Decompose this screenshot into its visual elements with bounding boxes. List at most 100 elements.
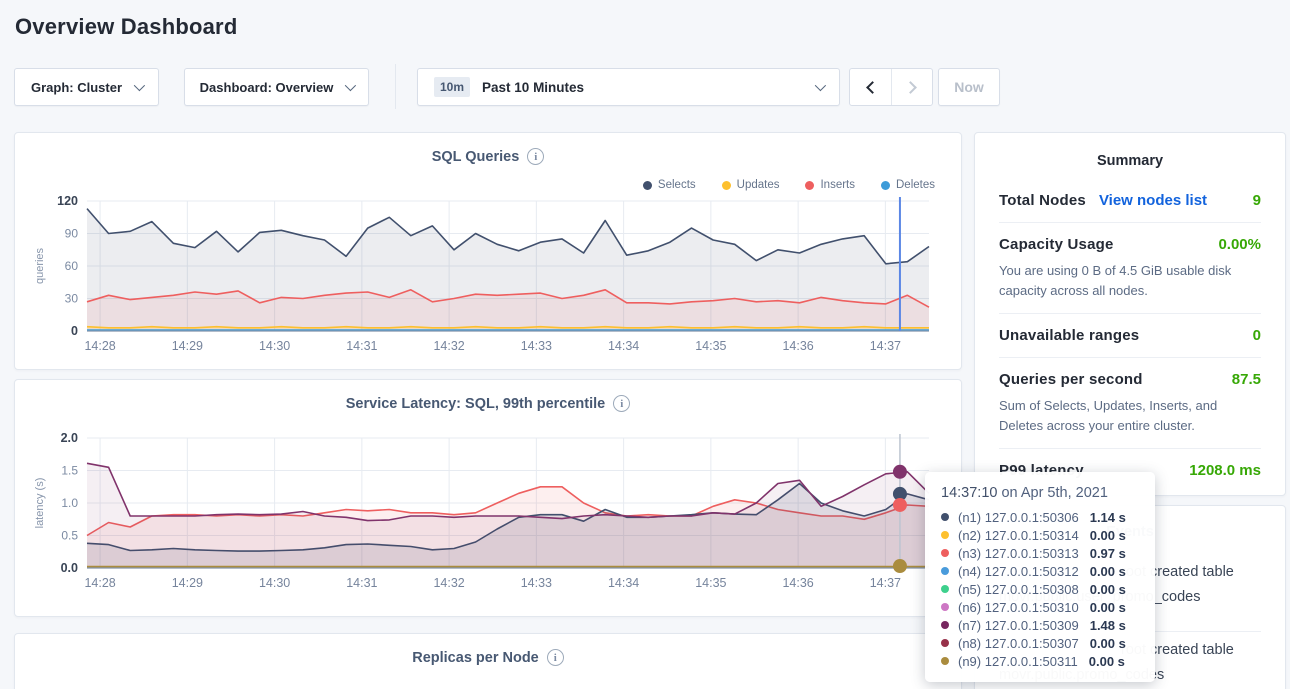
svg-text:14:34: 14:34 bbox=[608, 576, 639, 590]
summary-row-capacity: Capacity Usage 0.00% You are using 0 B o… bbox=[999, 223, 1261, 314]
time-back-button[interactable] bbox=[850, 69, 891, 105]
p99-latency-value: 1208.0 ms bbox=[1189, 462, 1261, 479]
replicas-title-row: Replicas per Node i bbox=[15, 634, 961, 666]
svg-text:14:35: 14:35 bbox=[695, 576, 726, 590]
service-latency-panel: Service Latency: SQL, 99th percentile i … bbox=[14, 379, 962, 617]
chevron-down-icon bbox=[815, 80, 826, 91]
svg-text:14:32: 14:32 bbox=[433, 576, 464, 590]
replicas-per-node-panel: Replicas per Node i bbox=[14, 633, 962, 689]
total-nodes-value: 9 bbox=[1253, 192, 1261, 209]
svg-text:14:30: 14:30 bbox=[259, 576, 290, 590]
node-address: (n9) 127.0.0.1:50311 bbox=[958, 654, 1078, 669]
summary-row-qps: Queries per second 87.5 Sum of Selects, … bbox=[999, 358, 1261, 449]
node-color-dot bbox=[941, 531, 949, 539]
capacity-usage-value: 0.00% bbox=[1218, 236, 1261, 253]
legend-dot bbox=[643, 181, 652, 190]
svg-text:14:28: 14:28 bbox=[84, 576, 115, 590]
tooltip-timestamp: 14:37:10 on Apr 5th, 2021 bbox=[941, 485, 1139, 501]
svg-text:queries: queries bbox=[34, 247, 46, 284]
node-color-dot bbox=[941, 549, 949, 557]
sql-queries-chart[interactable]: 030609012014:2814:2914:3014:3114:3214:33… bbox=[29, 191, 949, 367]
svg-text:14:34: 14:34 bbox=[608, 339, 639, 353]
dashboard-dropdown-label: Dashboard: Overview bbox=[200, 80, 334, 95]
chevron-down-icon bbox=[134, 80, 145, 91]
legend-label: Selects bbox=[658, 179, 696, 191]
svg-text:120: 120 bbox=[57, 194, 78, 208]
svg-text:14:29: 14:29 bbox=[172, 339, 203, 353]
time-range-badge: 10m bbox=[434, 77, 470, 97]
node-latency-value: 0.00 s bbox=[1090, 600, 1126, 615]
node-latency-value: 0.00 s bbox=[1089, 654, 1125, 669]
chevron-down-icon bbox=[345, 80, 356, 91]
svg-text:90: 90 bbox=[65, 227, 79, 241]
legend-label: Updates bbox=[737, 179, 780, 191]
node-latency-value: 1.14 s bbox=[1090, 510, 1126, 525]
node-color-dot bbox=[941, 621, 949, 629]
node-color-dot bbox=[941, 657, 949, 665]
svg-text:latency (s): latency (s) bbox=[34, 478, 46, 529]
info-icon[interactable]: i bbox=[527, 148, 544, 165]
node-latency-value: 0.00 s bbox=[1090, 564, 1126, 579]
legend-dot bbox=[805, 181, 814, 190]
tooltip-date: Apr 5th, 2021 bbox=[1021, 485, 1108, 501]
node-color-dot bbox=[941, 513, 949, 521]
service-latency-chart[interactable]: 0.00.51.01.52.014:2814:2914:3014:3114:32… bbox=[29, 428, 949, 604]
tooltip-connector: on bbox=[997, 485, 1020, 501]
time-step-buttons bbox=[849, 68, 933, 106]
svg-text:14:33: 14:33 bbox=[521, 576, 552, 590]
summary-row-total-nodes: Total Nodes View nodes list 9 bbox=[999, 179, 1261, 223]
sql-queries-panel: SQL Queries i SelectsUpdatesInsertsDelet… bbox=[14, 132, 962, 370]
node-latency-value: 0.00 s bbox=[1090, 528, 1126, 543]
legend-dot bbox=[722, 181, 731, 190]
svg-text:0: 0 bbox=[71, 324, 78, 338]
legend-item: Updates bbox=[722, 179, 780, 191]
node-address: (n5) 127.0.0.1:50308 bbox=[958, 582, 1079, 597]
info-icon[interactable]: i bbox=[613, 395, 630, 412]
node-color-dot bbox=[941, 585, 949, 593]
chevron-right-icon bbox=[904, 81, 917, 94]
svg-text:14:30: 14:30 bbox=[259, 339, 290, 353]
tooltip-node-row: (n4) 127.0.0.1:50312 0.00 s bbox=[941, 562, 1139, 580]
node-address: (n2) 127.0.0.1:50314 bbox=[958, 528, 1079, 543]
svg-text:14:28: 14:28 bbox=[84, 339, 115, 353]
node-address: (n7) 127.0.0.1:50309 bbox=[958, 618, 1079, 633]
svg-text:14:29: 14:29 bbox=[172, 576, 203, 590]
tooltip-time: 14:37:10 bbox=[941, 485, 997, 501]
tooltip-node-row: (n9) 127.0.0.1:50311 0.00 s bbox=[941, 652, 1139, 670]
now-button[interactable]: Now bbox=[938, 68, 1000, 106]
graph-dropdown[interactable]: Graph: Cluster bbox=[14, 68, 159, 106]
dashboard-dropdown[interactable]: Dashboard: Overview bbox=[184, 68, 369, 106]
tooltip-node-rows: (n1) 127.0.0.1:50306 1.14 s (n2) 127.0.0.1… bbox=[941, 508, 1139, 670]
legend-item: Deletes bbox=[881, 179, 935, 191]
view-nodes-list-link[interactable]: View nodes list bbox=[1099, 192, 1207, 209]
svg-text:14:36: 14:36 bbox=[782, 576, 813, 590]
tooltip-node-row: (n8) 127.0.0.1:503070.00 s bbox=[941, 634, 1139, 652]
summary-title: Summary bbox=[999, 153, 1261, 169]
legend-item: Inserts bbox=[805, 179, 855, 191]
page-title: Overview Dashboard bbox=[15, 14, 237, 40]
node-color-dot bbox=[941, 639, 949, 647]
legend-label: Inserts bbox=[820, 179, 855, 191]
node-address: (n6) 127.0.0.1:50310 bbox=[958, 600, 1079, 615]
overview-dashboard-page: Overview Dashboard Graph: Cluster Dashbo… bbox=[0, 0, 1290, 689]
unavailable-ranges-label: Unavailable ranges bbox=[999, 327, 1139, 344]
time-range-dropdown[interactable]: 10m Past 10 Minutes bbox=[417, 68, 840, 106]
chart-hover-tooltip: 14:37:10 on Apr 5th, 2021 (n1) 127.0.0.1… bbox=[925, 472, 1155, 682]
svg-text:14:31: 14:31 bbox=[346, 576, 377, 590]
info-icon[interactable]: i bbox=[547, 649, 564, 666]
capacity-usage-description: You are using 0 B of 4.5 GiB usable disk… bbox=[999, 261, 1261, 300]
chevron-left-icon bbox=[866, 81, 879, 94]
node-address: (n1) 127.0.0.1:50306 bbox=[958, 510, 1079, 525]
node-address: (n3) 127.0.0.1:50313 bbox=[958, 546, 1079, 561]
toolbar-divider bbox=[395, 64, 396, 109]
svg-text:14:33: 14:33 bbox=[521, 339, 552, 353]
chart-title: Service Latency: SQL, 99th percentile bbox=[346, 396, 606, 412]
node-color-dot bbox=[941, 603, 949, 611]
svg-text:14:31: 14:31 bbox=[346, 339, 377, 353]
time-forward-button[interactable] bbox=[891, 69, 932, 105]
graph-dropdown-label: Graph: Cluster bbox=[31, 80, 122, 95]
svg-text:30: 30 bbox=[65, 292, 79, 306]
service-latency-title-row: Service Latency: SQL, 99th percentile i bbox=[15, 380, 961, 412]
node-address: (n4) 127.0.0.1:50312 bbox=[958, 564, 1079, 579]
node-address: (n8) 127.0.0.1:50307 bbox=[958, 636, 1079, 651]
